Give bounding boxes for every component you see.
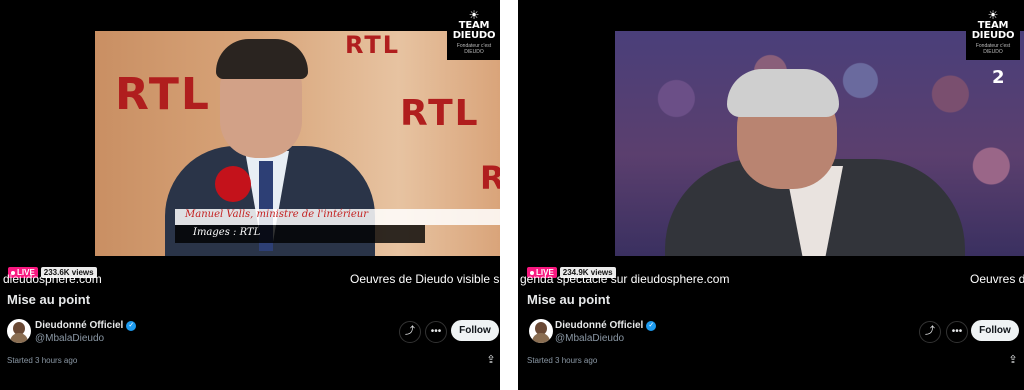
divider: [500, 0, 518, 390]
author-name-row[interactable]: Dieudonné Officiel ✓: [555, 320, 657, 331]
follow-button[interactable]: Follow: [451, 320, 499, 341]
avatar-body: [10, 333, 28, 343]
rtl-logo: RTL: [345, 31, 401, 59]
author-handle[interactable]: @MbalaDieudo: [555, 333, 624, 344]
ticker-text: genda spectacle sur dieudosphere.com: [520, 272, 730, 286]
upload-icon[interactable]: ⇪: [485, 354, 497, 366]
ticker-text: Oeuvres de: [970, 272, 1024, 286]
video-frame: 2: [615, 31, 1024, 256]
avatar-body: [532, 333, 550, 343]
ticker-text: Oeuvres de Dieudo visible sur: [350, 272, 500, 286]
rtl-logo: RTL: [400, 93, 480, 134]
author-handle[interactable]: @MbalaDieudo: [35, 333, 104, 344]
started-time: Started 3 hours ago: [527, 356, 598, 365]
stream-title[interactable]: Mise au point: [7, 292, 90, 307]
author-name[interactable]: Dieudonné Officiel: [555, 320, 643, 331]
watermark-title: DIEUDO: [971, 30, 1015, 41]
share-icon[interactable]: ⤴: [399, 321, 421, 343]
watermark-subtitle: Fondateur c'est DIEUDO: [975, 43, 1011, 55]
avatar[interactable]: [529, 319, 553, 343]
lower-third-name: Manuel Valls, ministre de l'intérieur: [185, 209, 369, 220]
upload-icon[interactable]: ⇪: [1007, 354, 1019, 366]
started-time: Started 3 hours ago: [7, 356, 78, 365]
watermark-title: DIEUDO: [452, 30, 496, 41]
more-options-icon[interactable]: •••: [946, 321, 968, 343]
avatar[interactable]: [7, 319, 31, 343]
verified-badge-icon: ✓: [646, 320, 657, 331]
channel-logo: 2: [992, 67, 1005, 88]
author-name[interactable]: Dieudonné Officiel: [35, 320, 123, 331]
video-frame: RTL RTL RTL RTL Manuel Valls, ministre d…: [95, 31, 500, 256]
stream-card-1: RTL RTL RTL RTL Manuel Valls, ministre d…: [0, 0, 500, 390]
team-dieudo-watermark: ☀ TEAM DIEUDO Fondateur c'est DIEUDO: [966, 6, 1020, 60]
share-icon[interactable]: ⤴: [919, 321, 941, 343]
verified-badge-icon: ✓: [126, 320, 137, 331]
author-name-row[interactable]: Dieudonné Officiel ✓: [35, 320, 137, 331]
speaker-hair: [727, 69, 839, 117]
video-player[interactable]: 2 ☀ TEAM DIEUDO Fondateur c'est DIEUDO L…: [518, 0, 1024, 287]
watermark-subtitle: Fondateur c'est DIEUDO: [456, 43, 492, 55]
speaker-hair: [216, 39, 308, 79]
ticker-text: dieudosphere.com: [3, 272, 102, 286]
stream-card-2: 2 ☀ TEAM DIEUDO Fondateur c'est DIEUDO L…: [518, 0, 1024, 390]
rtl-logo: RTL: [480, 159, 500, 197]
video-player[interactable]: RTL RTL RTL RTL Manuel Valls, ministre d…: [0, 0, 500, 287]
more-options-icon[interactable]: •••: [425, 321, 447, 343]
lower-third-credit: Images : RTL: [193, 227, 261, 238]
stream-title[interactable]: Mise au point: [527, 292, 610, 307]
rtl-logo: RTL: [115, 69, 211, 120]
team-dieudo-watermark: ☀ TEAM DIEUDO Fondateur c'est DIEUDO: [447, 6, 500, 60]
follow-button[interactable]: Follow: [971, 320, 1019, 341]
microphone: [215, 166, 251, 202]
